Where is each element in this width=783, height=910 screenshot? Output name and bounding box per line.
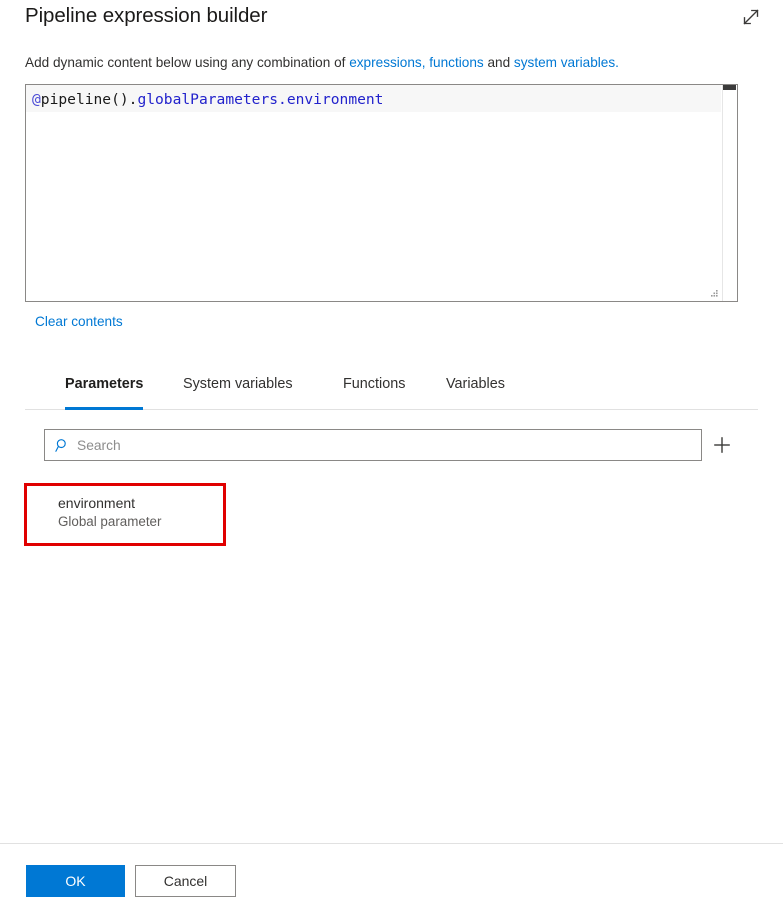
search-input[interactable]	[77, 430, 693, 460]
expand-diagonal-arrows-icon[interactable]	[735, 2, 767, 32]
expression-editor[interactable]: @pipeline().globalParameters.environment	[25, 84, 738, 302]
expression-text[interactable]: @pipeline().globalParameters.environment	[26, 85, 721, 111]
ok-button[interactable]: OK	[26, 865, 125, 897]
editor-content-area[interactable]: @pipeline().globalParameters.environment	[26, 85, 721, 301]
token-at-sign: @	[32, 91, 41, 108]
description-text-middle: and	[483, 55, 514, 70]
tab-bar: Parameters System variables Functions Va…	[25, 374, 758, 410]
tab-parameters-label: Parameters	[65, 376, 144, 392]
token-property: globalParameters.environment	[137, 91, 384, 108]
tab-functions[interactable]: Functions	[343, 374, 405, 410]
search-magnifier-icon	[53, 436, 71, 454]
add-parameter-button[interactable]	[708, 431, 736, 459]
tab-variables[interactable]: Variables	[446, 374, 505, 410]
parameter-type-label: Global parameter	[58, 514, 162, 529]
clear-contents-link[interactable]: Clear contents	[35, 314, 123, 329]
plus-icon	[714, 437, 730, 453]
tab-functions-label: Functions	[343, 376, 406, 392]
system-variables-link[interactable]: system variables.	[514, 55, 619, 70]
dialog-description: Add dynamic content below using any comb…	[25, 53, 619, 72]
editor-scrollbar-thumb[interactable]	[723, 85, 736, 90]
tab-system-variables[interactable]: System variables	[183, 374, 293, 410]
tab-parameters[interactable]: Parameters	[65, 374, 144, 410]
footer-divider	[0, 843, 783, 844]
expand-icon-glyph	[743, 9, 759, 25]
description-text-start: Add dynamic content below using any comb…	[25, 55, 350, 70]
list-item-parameter-environment[interactable]: environment Global parameter	[58, 494, 218, 531]
tab-system-variables-label: System variables	[183, 376, 293, 392]
search-icon-glyph	[54, 438, 66, 452]
expressions-functions-link[interactable]: expressions, functions	[349, 55, 484, 70]
page-title: Pipeline expression builder	[25, 4, 268, 27]
tab-variables-label: Variables	[446, 376, 505, 392]
cancel-button[interactable]: Cancel	[135, 865, 236, 897]
search-box[interactable]	[44, 429, 702, 461]
token-function: pipeline().	[40, 91, 138, 108]
dialog-header: Pipeline expression builder	[0, 0, 783, 46]
parameter-name: environment	[58, 495, 136, 511]
editor-scrollbar[interactable]	[722, 85, 737, 301]
